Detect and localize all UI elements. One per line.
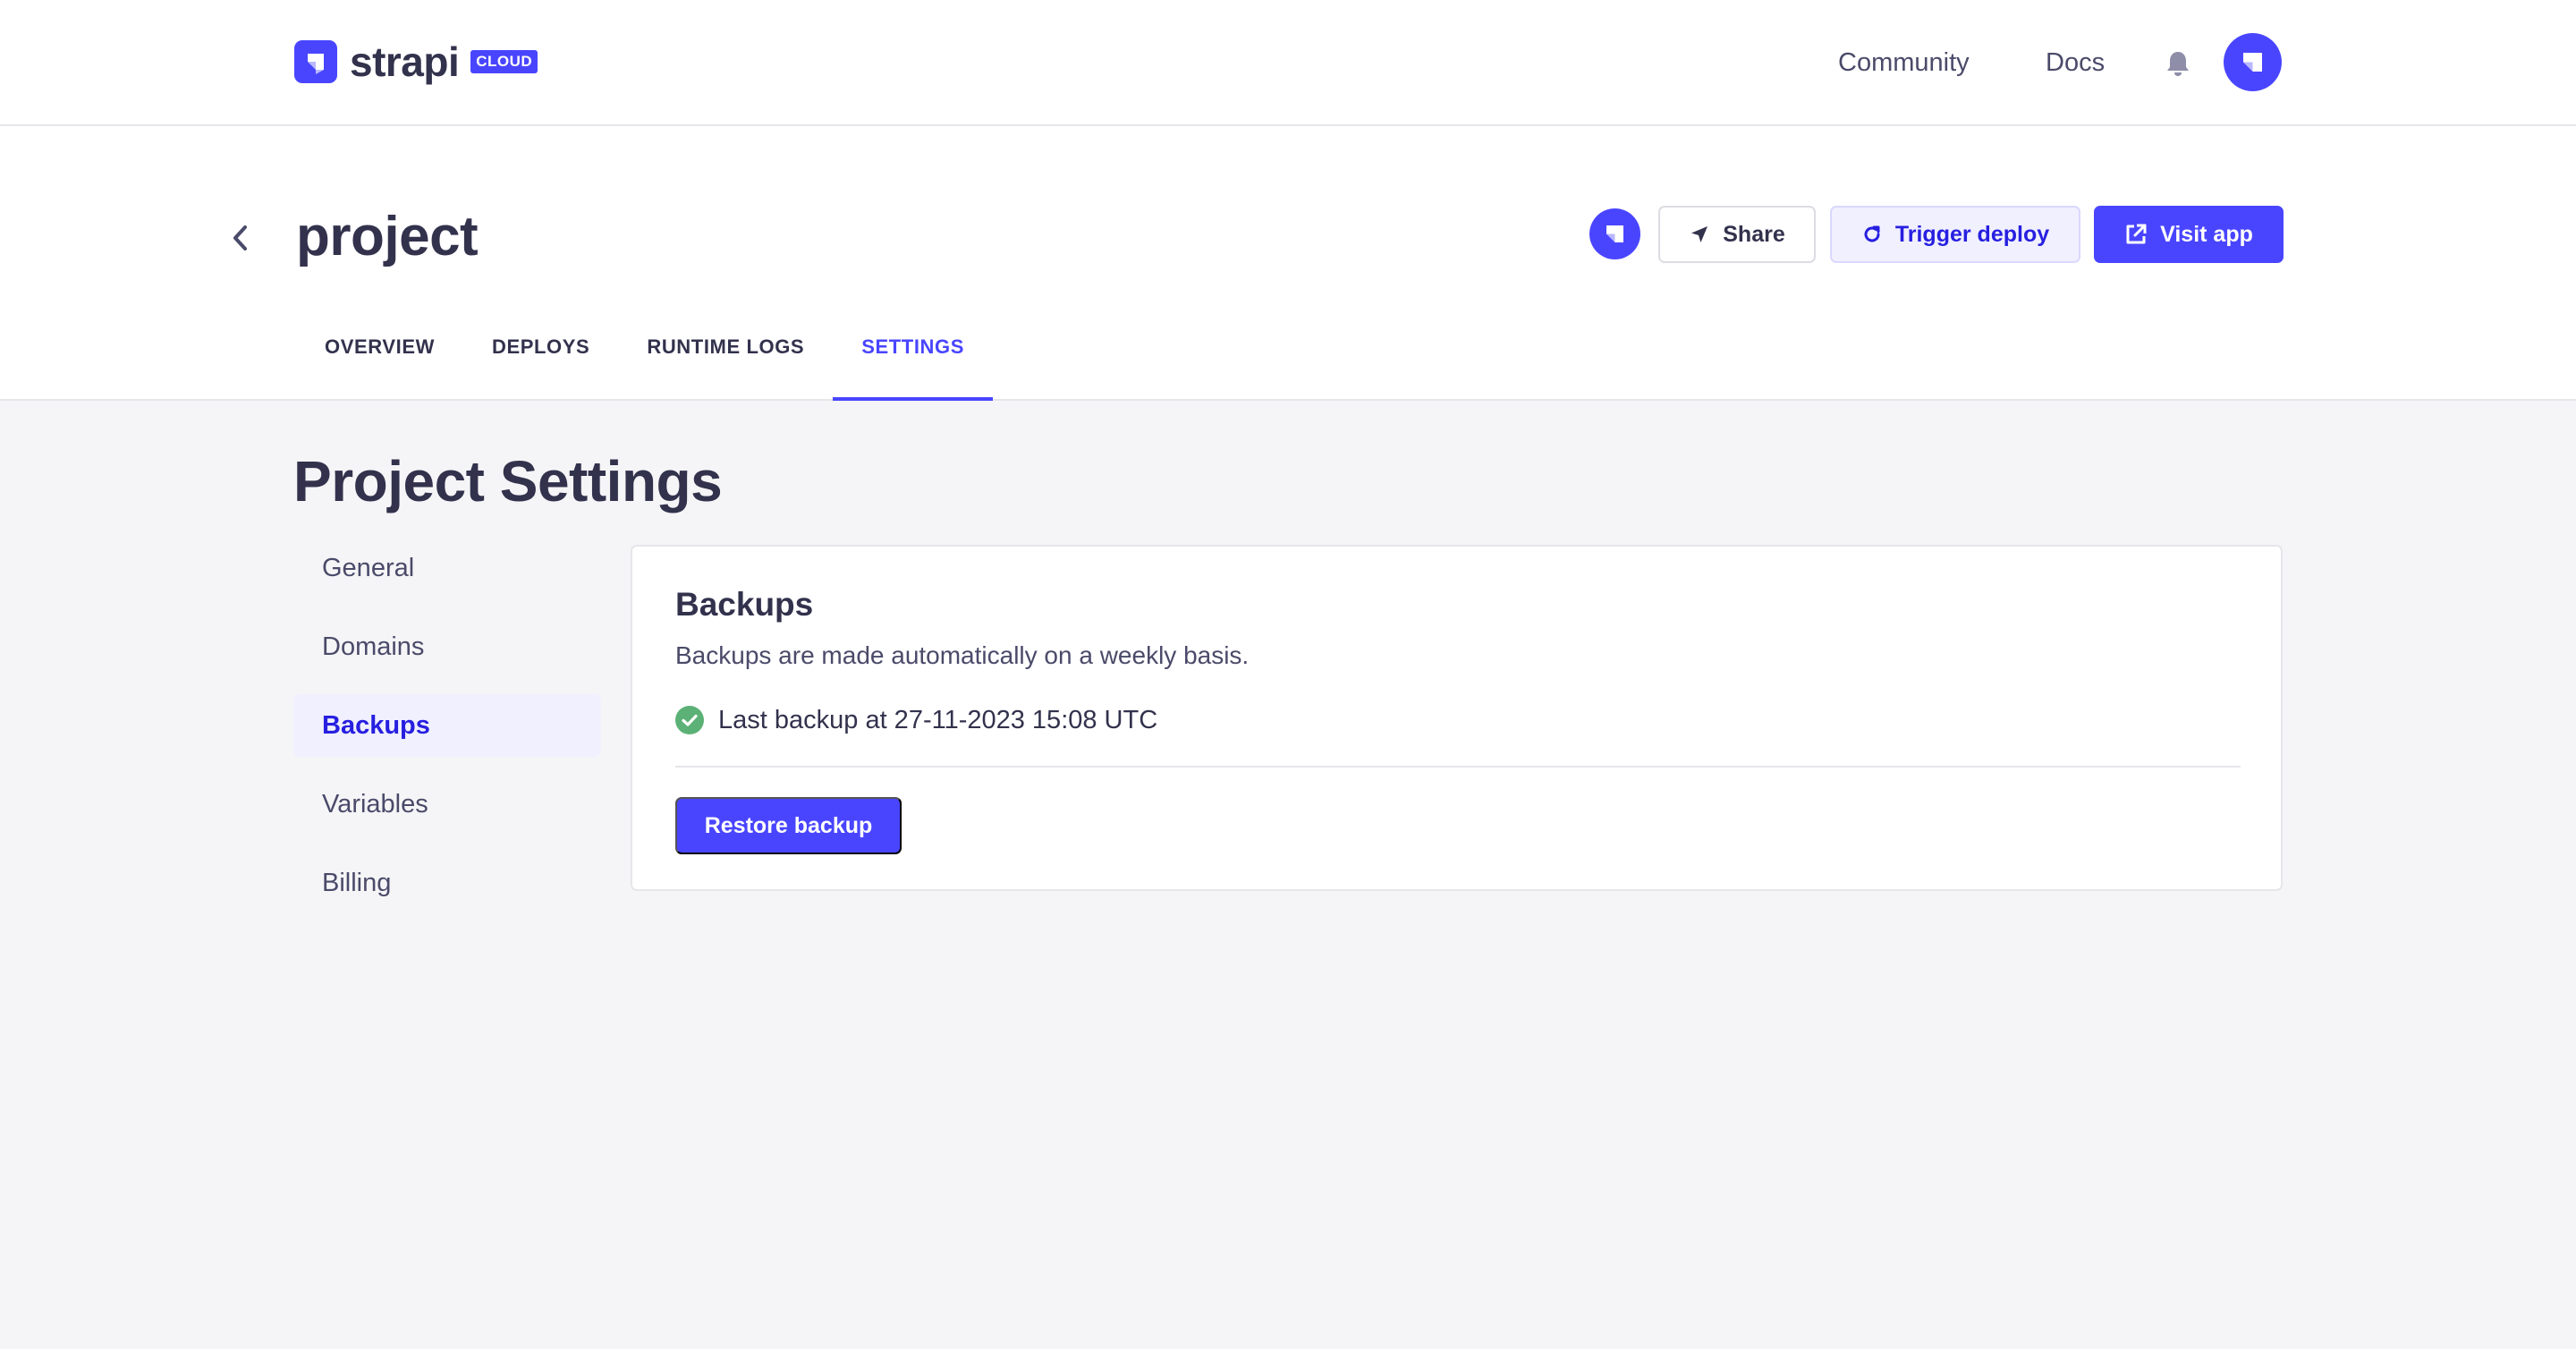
sidebar-item-backups[interactable]: Backups — [293, 694, 601, 757]
project-tabs: OVERVIEW DEPLOYS RUNTIME LOGS SETTINGS — [296, 323, 993, 401]
external-link-icon — [2126, 224, 2147, 244]
strapi-cloud-logo[interactable]: strapi CLOUD — [294, 40, 538, 83]
backups-description: Backups are made automatically on a week… — [675, 641, 1250, 669]
last-backup-status: Last backup at 27-11-2023 15:08 UTC — [675, 702, 1157, 738]
share-button-label: Share — [1723, 221, 1785, 247]
share-button[interactable]: Share — [1658, 206, 1816, 263]
last-backup-text: Last backup at 27-11-2023 15:08 UTC — [718, 706, 1158, 734]
page-title: Project Settings — [293, 449, 723, 513]
backups-card: Backups Backups are made automatically o… — [631, 545, 2283, 891]
top-navbar: strapi CLOUD Community Docs — [0, 0, 2576, 126]
refresh-icon — [1864, 225, 1880, 242]
visit-app-label: Visit app — [2160, 221, 2253, 247]
settings-sidebar: General Domains Backups Variables Billin… — [293, 537, 601, 930]
sidebar-item-domains[interactable]: Domains — [293, 615, 601, 678]
tab-runtime-logs[interactable]: RUNTIME LOGS — [618, 323, 833, 401]
strapi-logo-icon — [294, 40, 337, 83]
bell-icon[interactable] — [2165, 49, 2191, 78]
tab-settings[interactable]: SETTINGS — [833, 323, 993, 401]
send-icon — [1691, 226, 1708, 242]
trigger-deploy-label: Trigger deploy — [1894, 221, 2050, 247]
nav-docs-link[interactable]: Docs — [2046, 45, 2105, 81]
project-title: project — [296, 206, 479, 267]
project-owner-avatar — [1589, 208, 1640, 259]
brand-badge: CLOUD — [470, 50, 538, 73]
brand-name: strapi — [350, 38, 460, 85]
tab-deploys[interactable]: DEPLOYS — [463, 323, 618, 401]
user-avatar[interactable] — [2224, 33, 2282, 91]
tab-overview[interactable]: OVERVIEW — [296, 323, 463, 401]
project-header: project Share Trigger deploy Visit app O… — [0, 126, 2576, 401]
visit-app-button[interactable]: Visit app — [2094, 206, 2284, 263]
backups-title: Backups — [675, 586, 814, 623]
nav-community-link[interactable]: Community — [1838, 45, 1970, 81]
check-circle-icon — [675, 706, 704, 734]
restore-backup-button[interactable]: Restore backup — [675, 797, 902, 854]
back-arrow-icon[interactable] — [227, 220, 254, 256]
divider — [675, 766, 2241, 768]
sidebar-item-billing[interactable]: Billing — [293, 852, 601, 914]
sidebar-item-general[interactable]: General — [293, 537, 601, 599]
trigger-deploy-button[interactable]: Trigger deploy — [1830, 206, 2080, 263]
sidebar-item-variables[interactable]: Variables — [293, 773, 601, 836]
